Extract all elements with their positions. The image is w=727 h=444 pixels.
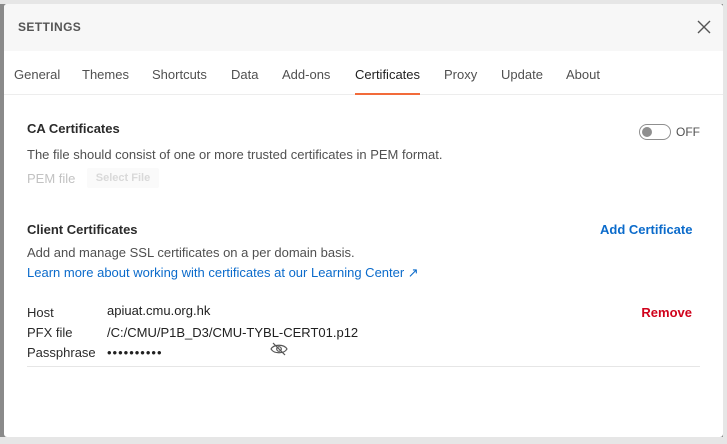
tab-add-ons[interactable]: Add-ons bbox=[282, 67, 330, 95]
toggle-state-label: OFF bbox=[676, 125, 700, 139]
client-certificates-title: Client Certificates bbox=[27, 222, 138, 237]
tab-about[interactable]: About bbox=[566, 67, 600, 95]
tab-data[interactable]: Data bbox=[231, 67, 258, 95]
close-button[interactable] bbox=[695, 18, 713, 36]
ca-certificates-toggle[interactable] bbox=[639, 124, 671, 140]
ca-certificates-title: CA Certificates bbox=[27, 121, 120, 136]
show-passphrase-toggle[interactable] bbox=[270, 342, 288, 356]
host-label: Host bbox=[27, 305, 54, 320]
pem-file-label: PEM file bbox=[27, 171, 76, 186]
tab-general[interactable]: General bbox=[14, 67, 60, 95]
client-description: Add and manage SSL certificates on a per… bbox=[27, 245, 355, 260]
passphrase-label: Passphrase bbox=[27, 345, 96, 360]
learning-center-link[interactable]: Learn more about working with certificat… bbox=[27, 265, 419, 281]
passphrase-value: •••••••••• bbox=[107, 345, 163, 360]
tab-shortcuts[interactable]: Shortcuts bbox=[152, 67, 207, 95]
pfx-file-value: /C:/CMU/P1B_D3/CMU-TYBL-CERT01.p12 bbox=[107, 325, 359, 340]
background-window-right bbox=[723, 0, 727, 444]
settings-dialog: SETTINGS General Themes Shortcuts Data A… bbox=[4, 4, 723, 437]
select-file-button[interactable]: Select File bbox=[87, 168, 159, 188]
tab-update[interactable]: Update bbox=[501, 67, 543, 95]
tab-proxy[interactable]: Proxy bbox=[444, 67, 477, 95]
dialog-title: SETTINGS bbox=[18, 20, 82, 34]
add-certificate-link[interactable]: Add Certificate bbox=[600, 222, 692, 237]
tab-certificates[interactable]: Certificates bbox=[355, 67, 421, 95]
eye-slash-icon bbox=[270, 342, 288, 356]
settings-tabs: General Themes Shortcuts Data Add-ons Ce… bbox=[4, 51, 723, 95]
dialog-header: SETTINGS bbox=[4, 4, 723, 51]
certificate-divider bbox=[27, 366, 700, 367]
toggle-knob bbox=[642, 127, 652, 137]
tab-themes[interactable]: Themes bbox=[82, 67, 129, 95]
ca-description: The file should consist of one or more t… bbox=[27, 147, 443, 162]
remove-certificate-button[interactable]: Remove bbox=[641, 305, 692, 320]
background-window-bottom bbox=[0, 437, 727, 444]
host-value: apiuat.cmu.org.hk bbox=[107, 303, 211, 318]
close-icon bbox=[697, 20, 711, 34]
pfx-file-label: PFX file bbox=[27, 325, 73, 340]
